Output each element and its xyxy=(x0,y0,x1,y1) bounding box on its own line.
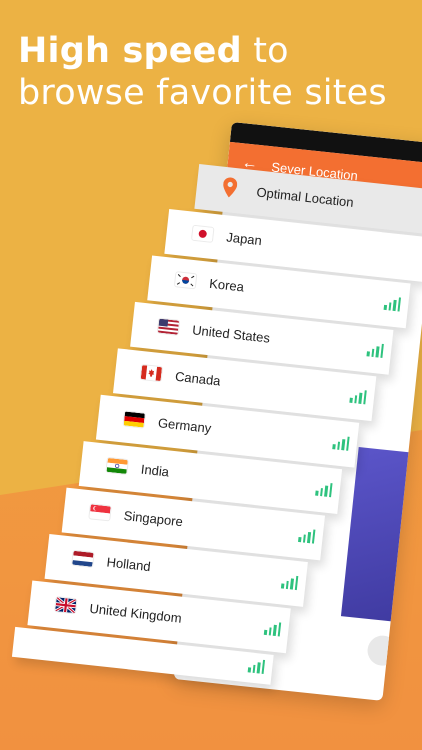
country-label: United States xyxy=(191,322,271,346)
country-label: Korea xyxy=(208,275,245,295)
korea-flag-icon xyxy=(174,272,197,289)
signal-strength-icon xyxy=(298,528,316,544)
uk-flag-icon xyxy=(55,597,77,614)
us-flag-icon xyxy=(157,318,180,335)
netherlands-flag-icon xyxy=(72,550,94,567)
signal-strength-icon xyxy=(366,342,384,358)
headline: High speed to browse favorite sites xyxy=(18,30,418,114)
signal-strength-icon xyxy=(263,621,282,637)
country-label: Germany xyxy=(157,415,213,436)
germany-flag-icon xyxy=(123,411,145,428)
country-label: India xyxy=(140,461,170,480)
signal-strength-icon xyxy=(332,435,350,451)
country-label: Japan xyxy=(225,229,263,249)
india-flag-icon xyxy=(106,457,128,474)
signal-strength-icon xyxy=(383,296,401,312)
signal-strength-icon xyxy=(315,482,333,498)
signal-strength-icon xyxy=(349,389,367,405)
headline-bold: High speed xyxy=(18,31,242,71)
optimal-location-label: Optimal Location xyxy=(255,184,355,210)
signal-strength-icon xyxy=(247,658,266,674)
japan-flag-icon xyxy=(192,225,214,242)
country-label: Holland xyxy=(105,554,152,575)
signal-strength-icon xyxy=(280,574,299,591)
canada-flag-icon xyxy=(140,365,163,382)
country-label: Singapore xyxy=(123,507,184,530)
singapore-flag-icon xyxy=(89,504,111,521)
country-label: United Kingdom xyxy=(88,600,183,626)
country-label: Canada xyxy=(174,368,222,389)
location-pin-icon xyxy=(222,177,238,201)
